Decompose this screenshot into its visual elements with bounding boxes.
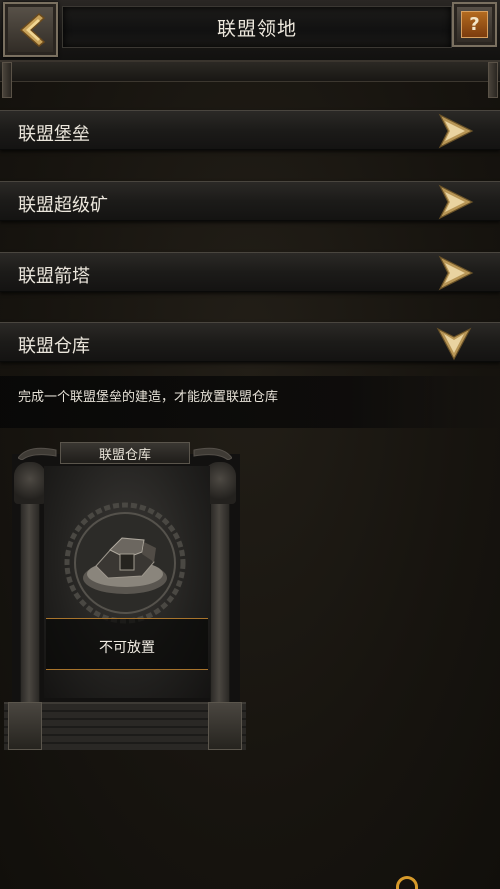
back-arrow-icon [19, 13, 46, 47]
right-plinth [208, 702, 242, 750]
left-horn-ornament [18, 447, 57, 460]
rail-post-right [488, 62, 498, 98]
page-title: 联盟领地 [216, 18, 297, 40]
partial-badge-icon [396, 876, 418, 889]
warehouse-icon [64, 502, 186, 624]
section-label: 联盟仓库 [18, 336, 90, 357]
right-horn-ornament [193, 447, 232, 460]
chevron-right-icon [438, 255, 474, 291]
left-plinth [8, 702, 42, 750]
left-pillar-cap [14, 462, 46, 504]
section-alliance-arrow-tower[interactable]: 联盟箭塔 [0, 252, 500, 292]
left-pillar [20, 472, 40, 712]
back-button[interactable] [3, 2, 58, 57]
chevron-right-icon [438, 113, 474, 149]
help-icon: ? [461, 11, 488, 38]
header-rail [0, 62, 500, 82]
section-label: 联盟超级矿 [18, 195, 108, 216]
section-alliance-warehouse[interactable]: 联盟仓库 [0, 322, 500, 362]
chevron-right-icon [438, 184, 474, 220]
help-button[interactable]: ? [452, 2, 497, 47]
chevron-down-icon [436, 327, 472, 361]
section-label: 联盟箭塔 [18, 266, 90, 287]
warehouse-card[interactable]: 联盟仓库 不可放置 [4, 440, 246, 752]
description-text: 完成一个联盟堡垒的建造，才能放置联盟仓库 [18, 390, 279, 405]
placement-status: 不可放置 [99, 640, 155, 656]
section-alliance-super-mine[interactable]: 联盟超级矿 [0, 181, 500, 221]
section-label: 联盟堡垒 [18, 124, 90, 145]
right-pillar [210, 472, 230, 712]
section-alliance-fortress[interactable]: 联盟堡垒 [0, 110, 500, 150]
rail-post-left [2, 62, 12, 98]
alliance-territory-screen: 联盟领地 ? 联盟堡垒 联盟超级矿 联盟箭塔 联盟仓库 完成一个联盟堡垒的建造，… [0, 0, 500, 889]
card-title: 联盟仓库 [98, 448, 151, 463]
